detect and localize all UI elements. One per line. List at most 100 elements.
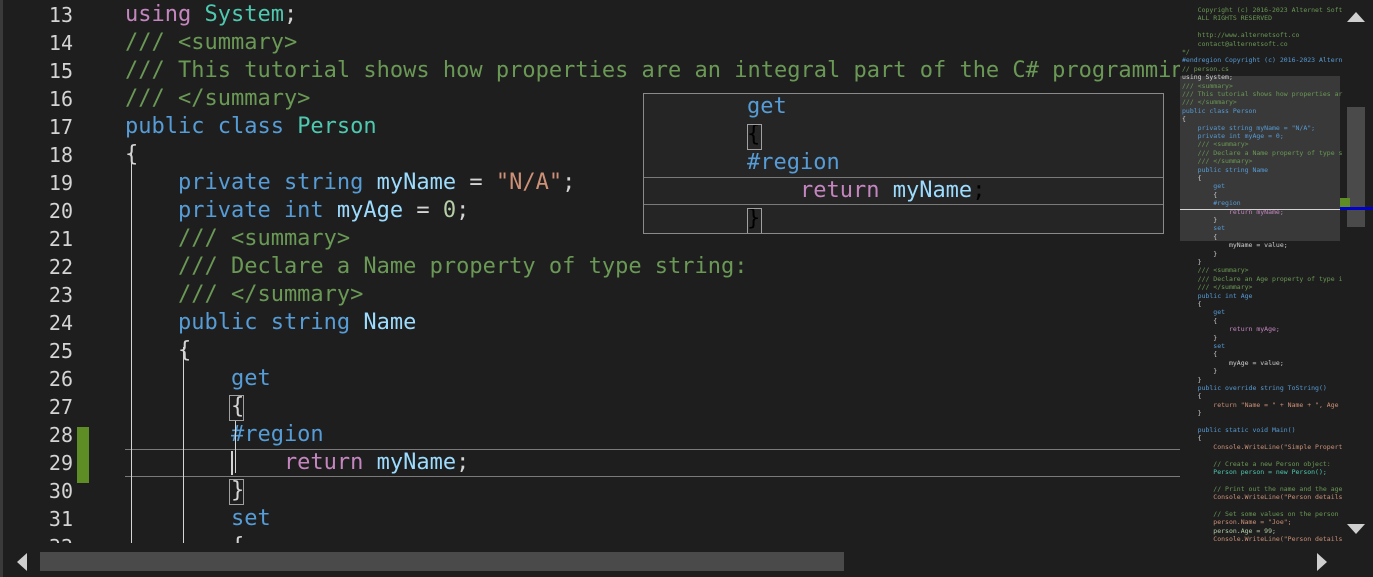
minimap-line: /// Declare a Name property of type s bbox=[1182, 148, 1343, 157]
code-line[interactable]: /// <summary> bbox=[125, 225, 350, 253]
minimap-line: person.Name = "Joe"; bbox=[1182, 518, 1292, 527]
line-number: 22 bbox=[48, 255, 73, 279]
code-token: /// This tutorial shows how properties a… bbox=[125, 58, 1198, 83]
minimap-line: set bbox=[1182, 342, 1226, 350]
minimap-line: ALL RIGHTS RESERVED bbox=[1182, 14, 1273, 23]
code-token: myName bbox=[892, 178, 973, 203]
line-number: 21 bbox=[48, 227, 73, 251]
code-token: myAge bbox=[336, 198, 404, 223]
line-number: 13 bbox=[48, 3, 73, 27]
minimap-line: { bbox=[1182, 434, 1202, 443]
scroll-up-arrow-icon[interactable] bbox=[1347, 12, 1365, 22]
minimap-line: } bbox=[1182, 375, 1202, 384]
scroll-down-arrow-icon[interactable] bbox=[1347, 524, 1365, 534]
peek-line: get bbox=[747, 94, 787, 121]
scroll-left-arrow-icon[interactable] bbox=[17, 553, 27, 571]
minimap-line: /// <summary> bbox=[1182, 266, 1249, 275]
minimap-line: */ bbox=[1182, 48, 1190, 56]
indent-guide bbox=[131, 151, 132, 543]
code-line-partial: { bbox=[125, 533, 244, 543]
code-line[interactable]: { bbox=[125, 393, 244, 421]
code-line[interactable]: /// <summary> bbox=[125, 29, 297, 57]
minimap-line: return "Name = " + Name + ", Age bbox=[1182, 400, 1339, 409]
code-line[interactable]: private string myName = "N/A"; bbox=[125, 169, 575, 197]
code-token: set bbox=[125, 506, 271, 531]
code-line[interactable]: { bbox=[125, 337, 191, 365]
code-line[interactable]: /// </summary> bbox=[125, 85, 310, 113]
minimap-line: { bbox=[1182, 115, 1186, 124]
minimap-line: set bbox=[1182, 224, 1226, 233]
minimap-line: contact@alternetsoft.co bbox=[1182, 39, 1288, 48]
vertical-scrollbar[interactable] bbox=[1340, 0, 1373, 548]
line-number: 26 bbox=[48, 367, 73, 391]
code-line[interactable]: #region bbox=[125, 421, 324, 449]
minimap-line: } bbox=[1182, 216, 1218, 224]
minimap-line: { bbox=[1182, 350, 1218, 359]
minimap-line: // Create a new Person object: bbox=[1182, 459, 1331, 468]
minimap-line: Console.WriteLine("Person details bbox=[1182, 535, 1343, 544]
code-line[interactable]: set bbox=[125, 505, 271, 533]
code-line[interactable]: /// Declare a Name property of type stri… bbox=[125, 253, 748, 281]
code-token: { bbox=[125, 534, 244, 543]
minimap-line: } bbox=[1182, 409, 1202, 418]
minimap-line: private string myName = "N/A"; bbox=[1182, 123, 1316, 132]
indent-guide bbox=[183, 347, 184, 543]
minimap-line: { bbox=[1182, 174, 1202, 182]
minimap-line: { bbox=[1182, 392, 1202, 401]
code-line[interactable]: public class Person bbox=[125, 113, 377, 141]
minimap-line: Copyright (c) 2016-2023 Alternet Soft bbox=[1182, 6, 1343, 14]
line-number: 15 bbox=[48, 59, 73, 83]
code-token: #region bbox=[125, 422, 324, 447]
minimap-line: /// This tutorial shows how properties a… bbox=[1182, 90, 1343, 98]
scrollbar-corner bbox=[1344, 548, 1373, 577]
minimap[interactable]: Copyright (c) 2016-2023 Alternet Soft AL… bbox=[1180, 0, 1343, 548]
code-line[interactable]: /// </summary> bbox=[125, 281, 363, 309]
minimap-line: public class Person bbox=[1182, 106, 1257, 115]
line-number: 16 bbox=[48, 87, 73, 111]
minimap-line: myName = value; bbox=[1182, 241, 1288, 250]
code-line[interactable]: get bbox=[125, 365, 271, 393]
line-number: 30 bbox=[48, 479, 73, 503]
code-token: private int bbox=[125, 198, 337, 223]
line-number: 20 bbox=[48, 199, 73, 223]
minimap-line: Console.WriteLine("Person details bbox=[1182, 493, 1343, 502]
code-line[interactable]: } bbox=[125, 477, 244, 505]
code-editor[interactable]: 13 14 15 16 17 18 19 20 21 22 23 24 25 26 27 28 29 30 31 32… bbox=[0, 0, 1373, 577]
minimap-line: private int myAge = 0; bbox=[1182, 132, 1284, 140]
minimap-line: } bbox=[1182, 258, 1202, 266]
indent-guide bbox=[235, 421, 236, 473]
minimap-line: } bbox=[1182, 249, 1218, 258]
brace-match-open bbox=[229, 395, 244, 421]
code-token: /// </summary> bbox=[125, 282, 364, 307]
scroll-right-arrow-icon[interactable] bbox=[1317, 553, 1327, 571]
code-line[interactable]: public string Name bbox=[125, 309, 416, 337]
peek-brace-close bbox=[747, 208, 762, 233]
minimap-line: http://www.alternetsoft.co bbox=[1182, 31, 1300, 40]
code-token: public class bbox=[125, 114, 298, 139]
code-line[interactable]: private int myAge = 0; bbox=[125, 197, 469, 225]
horizontal-scrollbar[interactable] bbox=[3, 548, 1344, 577]
minimap-line: using System; bbox=[1182, 73, 1233, 82]
code-token: ; bbox=[456, 450, 470, 475]
peek-brace-open bbox=[747, 124, 762, 150]
code-token: ; bbox=[283, 2, 298, 27]
minimap-line: myAge = value; bbox=[1182, 358, 1284, 367]
line-number: 25 bbox=[48, 339, 73, 363]
code-token: 0 bbox=[442, 198, 457, 223]
code-line[interactable]: /// This tutorial shows how properties a… bbox=[125, 57, 1198, 85]
vertical-position-marker bbox=[1340, 207, 1373, 210]
minimap-line: public int Age bbox=[1182, 291, 1253, 300]
minimap-line: /// Declare an Age property of type i bbox=[1182, 274, 1343, 283]
line-number: 29 bbox=[48, 451, 73, 475]
minimap-line: public override string ToString() bbox=[1182, 384, 1327, 392]
code-line[interactable]: return myName; bbox=[125, 449, 469, 477]
code-line[interactable]: using System; bbox=[125, 1, 297, 29]
horizontal-scroll-thumb[interactable] bbox=[40, 552, 844, 571]
minimap-line: public static void Main() bbox=[1182, 426, 1296, 434]
minimap-line: // Print out the name and the age bbox=[1182, 484, 1343, 493]
code-token: myName bbox=[376, 170, 457, 195]
code-token: myName bbox=[376, 450, 457, 475]
line-number: 23 bbox=[48, 283, 73, 307]
minimap-line: { bbox=[1182, 300, 1202, 308]
minimap-cursor-line bbox=[1180, 209, 1343, 210]
